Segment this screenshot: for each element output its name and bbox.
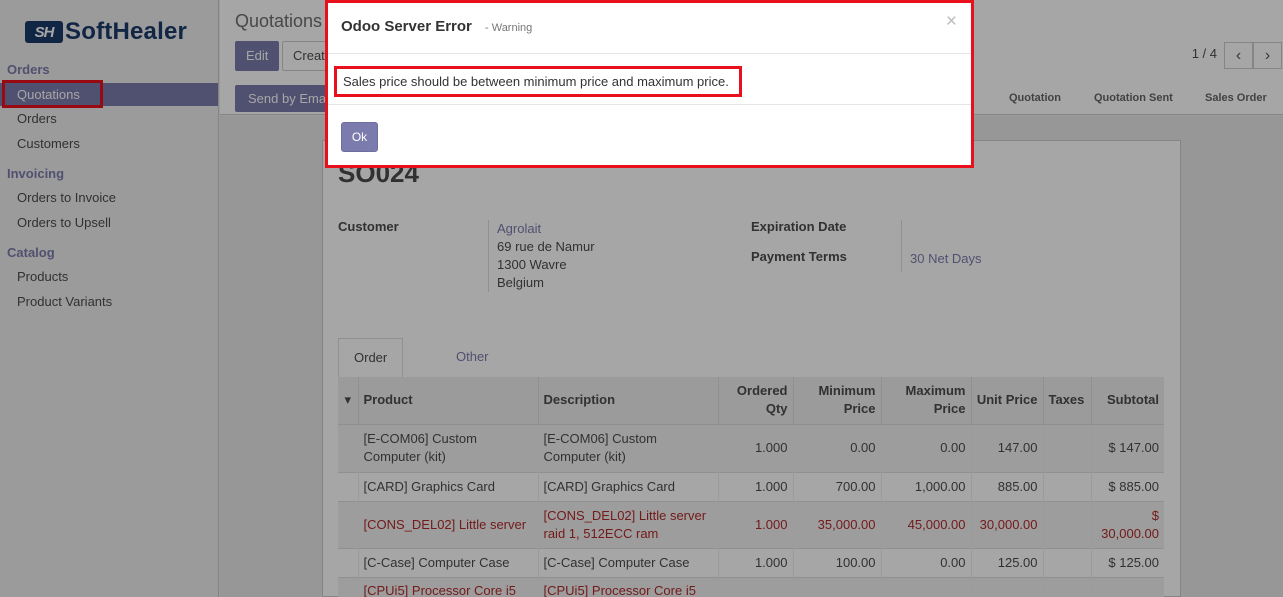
close-icon[interactable]: ×	[946, 12, 957, 32]
server-error-dialog: Odoo Server Error - Warning × Sales pric…	[325, 0, 974, 168]
dialog-subtitle: - Warning	[485, 22, 533, 34]
dialog-body: Sales price should be between minimum pr…	[328, 55, 971, 105]
ok-button[interactable]: Ok	[341, 122, 378, 152]
dialog-title: Odoo Server Error	[341, 18, 472, 35]
dialog-header: Odoo Server Error - Warning ×	[328, 3, 971, 54]
error-message: Sales price should be between minimum pr…	[334, 66, 742, 97]
